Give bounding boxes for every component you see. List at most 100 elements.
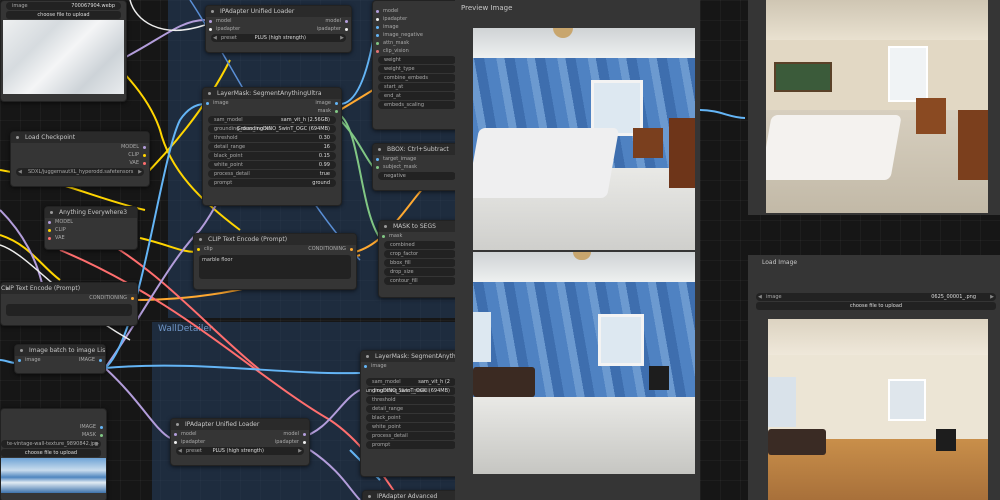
input-mask[interactable]: mask — [379, 232, 461, 240]
input-clip[interactable]: clip — [194, 245, 264, 253]
output-image[interactable]: IMAGE — [55, 356, 105, 364]
arrow-right-icon[interactable]: ▶ — [95, 440, 99, 448]
output-ipadapter[interactable]: ipadapter — [281, 25, 351, 33]
widget-contour-fill[interactable]: contour_fill — [384, 277, 456, 285]
input-model[interactable]: model — [373, 7, 461, 15]
output-conditioning[interactable]: CONDITIONING — [256, 245, 356, 253]
output-model[interactable]: model — [281, 17, 351, 25]
output-image-thumbnail[interactable] — [766, 0, 988, 213]
input-attn-mask[interactable]: attn_mask — [373, 39, 461, 47]
input-image[interactable]: image — [373, 23, 461, 31]
widget-combined[interactable]: combined — [384, 241, 456, 249]
output-conditioning[interactable]: CONDITIONING — [1, 294, 137, 302]
input-image-negative[interactable]: image_negative — [373, 31, 461, 39]
input-clip[interactable]: CLIP — [45, 226, 137, 234]
input-clip-vision[interactable]: clip_vision — [373, 47, 461, 55]
node-load-image-left[interactable]: IMAGE MASK te-vintage-wall-texture_98908… — [0, 408, 107, 500]
arrow-right-icon[interactable]: ▶ — [340, 34, 344, 42]
preview-image-2[interactable] — [473, 252, 695, 474]
input-model[interactable]: model — [206, 17, 276, 25]
widget-grounding-dino-model[interactable]: grounding_dino_model GroundingDINO_SwinT_… — [366, 387, 456, 395]
output-mask[interactable]: MASK — [1, 431, 106, 439]
input-ipadapter[interactable]: ipadapter — [206, 25, 276, 33]
input-model[interactable]: model — [171, 430, 241, 438]
prompt-textarea[interactable] — [6, 304, 132, 316]
arrow-left-icon[interactable]: ◀ — [178, 447, 182, 455]
preview-image-1[interactable] — [473, 28, 695, 250]
image-select[interactable]: image 700067904.webp — [6, 2, 121, 10]
widget-end-at[interactable]: end_at — [378, 92, 456, 100]
input-subject-mask[interactable]: subject_mask — [373, 163, 461, 171]
widget-process-detail[interactable]: process_detail true — [208, 170, 336, 178]
widget-black-point[interactable]: black_point 0.15 — [208, 152, 336, 160]
output-vae[interactable]: VAE — [11, 159, 149, 167]
widget-crop-factor[interactable]: crop_factor — [384, 250, 456, 258]
output-image[interactable]: IMAGE — [1, 423, 106, 431]
upload-button[interactable]: choose file to upload — [756, 302, 996, 310]
node-mask-to-segs[interactable]: MASK to SEGS mask combined crop_factor bbo… — [378, 220, 462, 298]
node-bbox-subtract[interactable]: BBOX: Ctrl+Subtract target_image subject… — [372, 143, 462, 191]
widget-sam-model[interactable]: sam_model sam_vit_h (2 — [366, 378, 456, 386]
arrow-right-icon[interactable]: ▶ — [298, 447, 302, 455]
node-ipadapter-advanced-top[interactable]: model ipadapter image image_negative attn_ma… — [372, 0, 462, 130]
input-image[interactable]: image — [361, 362, 461, 370]
image-select[interactable]: ◀ image 0625_00001_.png ▶ — [756, 293, 996, 301]
node-ipadapter-unified-bottom[interactable]: IPAdapter Unified Loader model model ipa… — [170, 418, 310, 466]
node-clip-text-encode-left[interactable]: CLIP Text Encode (Prompt) CONDITIONING — [0, 282, 138, 326]
widget-bbox-fill[interactable]: bbox_fill — [384, 259, 456, 267]
widget-black-point[interactable]: black_point — [366, 414, 456, 422]
widget-weight-type[interactable]: weight_type — [378, 65, 456, 73]
node-ipadapter-unified-top[interactable]: IPAdapter Unified Loader model model ipa… — [205, 5, 352, 53]
checkpoint-select[interactable]: ◀ SDXL/juggernautXL_hyperodd.safetensors ▶ — [16, 168, 144, 176]
widget-white-point[interactable]: white_point 0.99 — [208, 161, 336, 169]
node-load-image-right[interactable]: Load Image ◀ image 0625_00001_.png ▶ choose… — [748, 255, 1000, 500]
widget-grounding-dino-model[interactable]: grounding_dino_model GroundingDINO_SwinT_… — [208, 125, 336, 133]
node-segment-anything-bottom[interactable]: LayerMask: SegmentAnythingU image sam_mo… — [360, 350, 462, 477]
widget-sam-model[interactable]: sam_model sam_vit_h (2.56GB) — [208, 116, 336, 124]
output-image[interactable]: image — [271, 99, 341, 107]
widget-embeds-scaling[interactable]: embeds_scaling — [378, 101, 456, 109]
widget-weight[interactable]: weight — [378, 56, 456, 64]
output-ipadapter[interactable]: ipadapter — [239, 438, 309, 446]
node-image-batch[interactable]: Image batch to image List image IMAGE — [14, 344, 106, 374]
upload-button[interactable]: choose file to upload — [6, 11, 121, 19]
preset-select[interactable]: ◀ preset PLUS (high strength) ▶ — [211, 34, 346, 42]
widget-detail-range[interactable]: detail_range — [366, 405, 456, 413]
node-output-image-right[interactable] — [748, 0, 1000, 215]
arrow-right-icon[interactable]: ▶ — [990, 293, 994, 301]
input-image[interactable]: image — [203, 99, 273, 107]
negative-select[interactable]: negative — [378, 172, 456, 180]
widget-combine-embeds[interactable]: combine_embeds — [378, 74, 456, 82]
arrow-left-icon[interactable]: ◀ — [758, 293, 762, 301]
input-model[interactable]: MODEL — [45, 218, 137, 226]
arrow-right-icon[interactable]: ▶ — [138, 168, 142, 176]
input-target-image[interactable]: target_image — [373, 155, 461, 163]
input-ipadapter[interactable]: ipadapter — [373, 15, 461, 23]
widget-threshold[interactable]: threshold 0.30 — [208, 134, 336, 142]
widget-white-point[interactable]: white_point — [366, 423, 456, 431]
widget-detail-range[interactable]: detail_range 16 — [208, 143, 336, 151]
widget-threshold[interactable]: threshold — [366, 396, 456, 404]
image-select[interactable]: te-vintage-wall-texture_9890842.jpg ▶ — [1, 440, 101, 448]
widget-prompt[interactable]: prompt ground — [208, 179, 336, 187]
prompt-textarea[interactable]: marble floor — [199, 255, 351, 279]
widget-prompt[interactable]: prompt — [366, 441, 456, 449]
arrow-left-icon[interactable]: ◀ — [18, 168, 22, 176]
output-model[interactable]: model — [239, 430, 309, 438]
output-clip[interactable]: CLIP — [11, 151, 149, 159]
arrow-left-icon[interactable]: ◀ — [213, 34, 217, 42]
input-vae[interactable]: VAE — [45, 234, 137, 242]
input-ipadapter[interactable]: ipadapter — [171, 438, 241, 446]
widget-process-detail[interactable]: process_detail — [366, 432, 456, 440]
node-segment-anything-top[interactable]: LayerMask: SegmentAnythingUltra image im… — [202, 87, 342, 206]
node-ipadapter-advanced-bottom[interactable]: IPAdapter Advanced — [362, 490, 462, 500]
node-load-image-top[interactable]: image 700067904.webp choose file to uploa… — [0, 0, 127, 102]
preset-select[interactable]: ◀ preset PLUS (high strength) ▶ — [176, 447, 304, 455]
node-load-checkpoint[interactable]: Load Checkpoint MODEL CLIP VAE ◀ SDXL/jug… — [10, 131, 150, 187]
node-anything-everywhere[interactable]: Anything Everywhere3 MODEL CLIP VAE — [44, 206, 138, 250]
node-graph-canvas[interactable]: WallDetailer image 700067904.webp choose… — [0, 0, 1000, 500]
output-model[interactable]: MODEL — [11, 143, 149, 151]
output-mask[interactable]: mask — [271, 107, 341, 115]
upload-button[interactable]: choose file to upload — [1, 449, 101, 457]
node-preview-image[interactable]: Preview Image — [455, 0, 700, 500]
